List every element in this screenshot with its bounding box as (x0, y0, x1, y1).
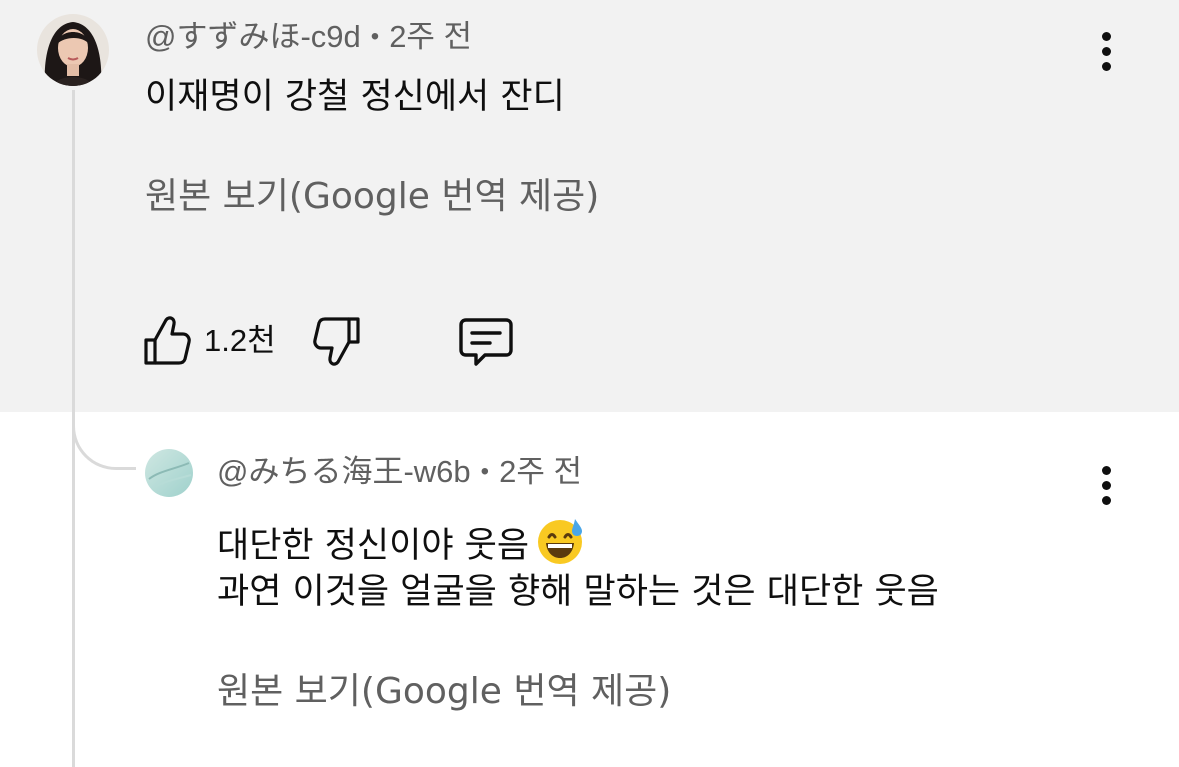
thread-connector (72, 400, 136, 470)
reply-more-button[interactable] (1097, 464, 1117, 508)
comment-more-button[interactable] (1097, 30, 1117, 74)
reply-button[interactable] (458, 316, 514, 372)
comment-meta: @すずみほ-c9d • 2주 전 (145, 21, 472, 52)
thumbs-up-icon (144, 316, 191, 365)
reply-author[interactable]: @みちる海王-w6b (217, 454, 471, 489)
reply-author-avatar[interactable] (145, 449, 193, 497)
thumbs-down-icon (313, 317, 360, 366)
reply-text-line2: 과연 이것을 얼굴을 향해 말하는 것은 대단한 웃음 (217, 572, 939, 612)
reply-text: 대단한 정신이야 웃음 (217, 526, 530, 566)
meta-separator: • (480, 458, 490, 485)
like-button[interactable] (142, 313, 192, 373)
reply-meta: @みちる海王-w6b • 2주 전 (217, 456, 582, 487)
grinning-face-with-sweat-emoji (535, 515, 585, 572)
comment-author-avatar[interactable] (37, 14, 109, 86)
meta-separator: • (370, 23, 380, 50)
show-original-link[interactable]: 원본 보기(Google 번역 제공) (145, 179, 599, 215)
comment-author[interactable]: @すずみほ-c9d (145, 19, 361, 54)
comment-time[interactable]: 2주 전 (389, 19, 472, 54)
reply-time[interactable]: 2주 전 (499, 454, 582, 489)
like-count: 1.2천 (204, 323, 276, 358)
dislike-button[interactable] (312, 313, 362, 373)
reply-show-original-link[interactable]: 원본 보기(Google 번역 제공) (217, 674, 671, 710)
comment-text: 이재명이 강철 정신에서 잔디 (145, 77, 565, 117)
reply-comment-icon (459, 318, 513, 366)
reply-text-line1: 대단한 정신이야 웃음 (217, 515, 585, 572)
